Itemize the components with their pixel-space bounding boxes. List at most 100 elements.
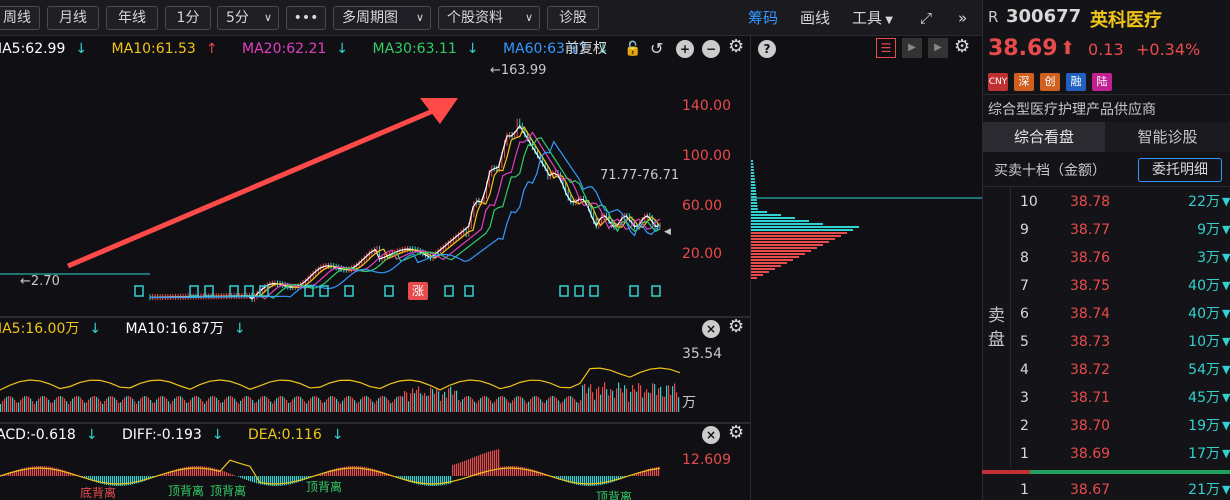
tab-overview[interactable]: 综合看盘 [983, 122, 1105, 152]
close-icon[interactable]: × [702, 426, 720, 444]
order-volume: 40万 [1188, 278, 1220, 294]
stock-profile-dropdown[interactable]: 个股资料 ∨ [438, 6, 540, 30]
divider [1010, 187, 1011, 467]
adjust-mode-label[interactable]: 前复权 [565, 38, 607, 60]
period-week-button[interactable]: 周线 [0, 6, 40, 30]
chevron-down-icon: ▼ [1222, 447, 1230, 460]
high-price-label: ←163.99 [490, 63, 547, 78]
multi-period-label: 多周期图 [342, 10, 398, 26]
level-number: 5 [1020, 334, 1029, 350]
order-book-row[interactable]: 5 38.73 10万 ▼ [1020, 330, 1230, 354]
order-book-row[interactable]: 6 38.74 40万 ▼ [1020, 302, 1230, 326]
low-price-label: ←2.70 [20, 274, 60, 289]
level-number: 6 [1020, 306, 1029, 322]
dea-value: DEA:0.116 ↓ [247, 427, 344, 443]
play-icon[interactable]: ▶ [902, 38, 922, 58]
order-volume: 40万 [1188, 306, 1220, 322]
macd-annotation: 顶背离 [596, 490, 633, 500]
trading-app: 周线 月线 年线 1分 5分 ∨ ••• 多周期图 ∨ 个股资料 ∨ 诊股 筹码… [0, 0, 1230, 500]
price-chart[interactable] [0, 60, 750, 310]
help-icon[interactable]: ? [758, 40, 776, 58]
gear-icon[interactable]: ⚙ [728, 36, 744, 57]
gear-icon[interactable]: ⚙ [728, 422, 744, 443]
collapse-panel-icon[interactable]: » [958, 8, 967, 28]
vol-ma10-value: MA10:16.87万 ↓ [125, 321, 246, 337]
order-volume: 22万 [1188, 194, 1220, 210]
chip-distribution[interactable] [751, 60, 982, 500]
multi-period-dropdown[interactable]: 多周期图 ∨ [333, 6, 431, 30]
macd-annotation: 底背离 [80, 486, 117, 500]
chevron-down-icon: ▼ [1222, 419, 1230, 432]
order-book-row[interactable]: 4 38.72 54万 ▼ [1020, 358, 1230, 382]
order-book-row[interactable]: 3 38.71 45万 ▼ [1020, 386, 1230, 410]
zoom-out-icon[interactable]: − [702, 40, 720, 58]
lock-icon[interactable]: 🔓 [624, 38, 641, 60]
level-number: 7 [1020, 278, 1029, 294]
order-volume: 17万 [1188, 446, 1220, 462]
gear-icon[interactable]: ⚙ [954, 36, 970, 57]
order-price: 38.71 [1070, 390, 1111, 406]
more-button[interactable]: ••• [286, 6, 326, 30]
period-month-button[interactable]: 月线 [47, 6, 99, 30]
list-view-icon[interactable]: ☰ [876, 38, 896, 58]
draw-line-tab[interactable]: 画线 [800, 8, 830, 28]
volume-unit-label: 万 [682, 395, 696, 411]
period-1min-button[interactable]: 1分 [165, 6, 211, 30]
undo-icon[interactable]: ↺ [650, 38, 663, 60]
sell-side-label: 卖盘 [988, 306, 1005, 350]
order-book-row[interactable]: 8 38.76 3万 ▼ [1020, 246, 1230, 270]
company-description: 综合型医疗护理产品供应商 [988, 102, 1156, 118]
volume-chart[interactable] [0, 340, 680, 412]
last-price: 38.69 [988, 36, 1058, 61]
zoom-in-icon[interactable]: + [676, 40, 694, 58]
chips-tab[interactable]: 筹码 [748, 8, 778, 28]
order-book-row[interactable]: 7 38.75 40万 ▼ [1020, 274, 1230, 298]
diagnose-button[interactable]: 诊股 [547, 6, 599, 30]
gear-icon[interactable]: ⚙ [728, 316, 744, 337]
chevron-down-icon: ▼ [1222, 195, 1230, 208]
period-year-button[interactable]: 年线 [106, 6, 158, 30]
buy-sell-ratio-bar [982, 470, 1030, 474]
tools-menu[interactable]: 工具 ▼ [852, 8, 893, 31]
chevron-down-icon: ∨ [263, 11, 272, 24]
volume-legend: MA5:16.00万↓ MA10:16.87万↓ [0, 318, 750, 340]
order-price: 38.75 [1070, 278, 1111, 294]
level-number: 4 [1020, 362, 1029, 378]
chevron-down-icon: ▼ [1222, 223, 1230, 236]
order-book-row[interactable]: 1 38.67 21万 ▼ [1020, 478, 1230, 500]
order-price: 38.72 [1070, 362, 1111, 378]
order-price: 38.74 [1070, 306, 1111, 322]
order-price: 38.77 [1070, 222, 1111, 238]
order-volume: 45万 [1188, 390, 1220, 406]
divider [982, 186, 1230, 187]
fullscreen-icon[interactable]: ⤢ [920, 8, 932, 28]
order-book-row[interactable]: 1 38.69 17万 ▼ [1020, 442, 1230, 466]
step-icon[interactable]: ▶ [928, 38, 948, 58]
margin-badge: 融 [1066, 73, 1086, 91]
order-detail-button[interactable]: 委托明细 [1138, 158, 1222, 182]
margin-flag: R [988, 8, 999, 26]
board-badge: 创 [1040, 73, 1060, 91]
chevron-down-icon: ▼ [1222, 363, 1230, 376]
order-book-row[interactable]: 2 38.70 19万 ▼ [1020, 414, 1230, 438]
level-number: 2 [1020, 418, 1029, 434]
currency-badge: CNY [988, 73, 1008, 91]
level-number: 1 [1020, 482, 1029, 498]
diff-value: DIFF:-0.193 ↓ [122, 427, 224, 443]
chevron-down-icon: ▼ [1222, 251, 1230, 264]
period-5min-dropdown[interactable]: 5分 ∨ [217, 6, 279, 30]
order-price: 38.73 [1070, 334, 1111, 350]
order-book-row[interactable]: 10 38.78 22万 ▼ [1020, 190, 1230, 214]
tab-diagnosis[interactable]: 智能诊股 [1105, 122, 1230, 152]
up-arrow-icon: ⬆ [1060, 38, 1076, 59]
ma10-value: MA10:61.53 ↑ [111, 41, 218, 57]
order-volume: 3万 [1197, 250, 1220, 266]
chevron-down-icon: ∨ [415, 11, 424, 24]
order-book-row[interactable]: 9 38.77 9万 ▼ [1020, 218, 1230, 242]
up-marker-badge[interactable]: 涨 [408, 282, 428, 300]
close-icon[interactable]: × [702, 320, 720, 338]
buy-sell-ratio-bar [1030, 470, 1230, 474]
macd-annotation: 顶背离 [210, 484, 247, 498]
y-tick-label: 140.00 [682, 98, 731, 114]
order-book-title: 买卖十档（金额） [994, 163, 1106, 179]
